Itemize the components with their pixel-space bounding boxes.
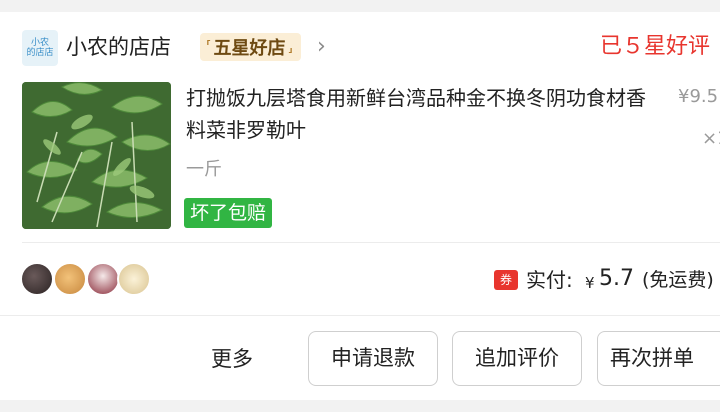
badge-left-mark: ⸢: [206, 39, 212, 55]
coupon-icon: 券: [494, 270, 518, 290]
add-review-button[interactable]: 追加评价: [452, 331, 582, 386]
more-button[interactable]: 更多: [211, 344, 253, 374]
shipping-note: (免运费): [642, 269, 714, 291]
chevron-right-icon[interactable]: ›: [317, 32, 326, 62]
paid-label: 实付:: [526, 268, 573, 292]
badge-right-mark: ⸥: [287, 39, 293, 55]
shop-logo-text-1: 小农: [30, 38, 49, 48]
product-quantity: ×1: [702, 128, 720, 149]
avatar[interactable]: [20, 262, 54, 296]
shop-name[interactable]: 小农的店店: [66, 32, 171, 62]
badge-label: 五星好店: [213, 38, 286, 59]
product-title[interactable]: 打抛饭九层塔食用新鲜台湾品种金不换冬阴功食材香料菜非罗勒叶: [186, 82, 656, 146]
divider: [22, 242, 720, 243]
refund-button[interactable]: 申请退款: [308, 331, 438, 386]
order-status: 已５星好评: [600, 34, 711, 59]
buy-again-button[interactable]: 再次拼单: [597, 331, 720, 386]
product-spec: 一斤: [186, 159, 222, 180]
shop-logo[interactable]: 小农 的店店: [22, 30, 58, 66]
guarantee-tag: 坏了包赔: [184, 198, 273, 228]
paid-currency: ¥: [585, 274, 595, 292]
avatar[interactable]: [117, 262, 151, 296]
divider: [0, 315, 720, 316]
product-image[interactable]: [22, 82, 171, 229]
avatar[interactable]: [86, 262, 120, 296]
avatar[interactable]: [53, 262, 87, 296]
product-price: ¥9.5: [678, 86, 719, 107]
shop-logo-text-2: 的店店: [26, 48, 54, 58]
paid-amount: 5.7: [599, 266, 634, 291]
leafy-herb-photo: [22, 82, 171, 229]
order-card: 小农 的店店 小农的店店 ⸢ 五星好店 ⸥ › 已５星好评 打抛饭九层塔食用新鲜…: [0, 12, 720, 400]
five-star-shop-badge[interactable]: ⸢ 五星好店 ⸥: [200, 33, 301, 61]
